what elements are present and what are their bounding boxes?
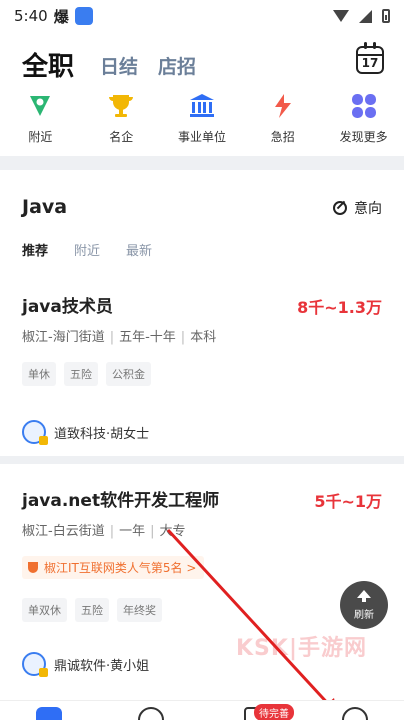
subtab-latest[interactable]: 最新 — [126, 240, 152, 259]
rank-badge[interactable]: 椒江IT互联网类人气第5名 > — [22, 556, 205, 579]
company-name: 道致科技·胡女士 — [54, 426, 150, 442]
job-education: 大专 — [159, 524, 186, 539]
job-tag: 五险 — [75, 598, 109, 622]
quick-label: 发现更多 — [339, 130, 388, 144]
company-logo — [22, 652, 48, 677]
job-tag: 公积金 — [106, 362, 151, 386]
tab-fulltime[interactable]: 全职 — [22, 46, 74, 83]
calendar-icon[interactable]: 17 — [356, 42, 384, 74]
intent-title: Java — [22, 196, 68, 218]
tab-store[interactable]: 店招 — [158, 52, 196, 79]
rank-badge-label: 椒江IT互联网类人气第5名 > — [44, 561, 197, 575]
job-tags: 单双休 五险 年终奖 — [22, 598, 162, 622]
job-tag: 年终奖 — [117, 598, 162, 622]
signal-icon — [359, 9, 372, 23]
status-notification-icon: 爆 — [53, 7, 69, 26]
job-type-tabs: 全职 日结 店招 17 — [0, 32, 404, 90]
nav-search-icon[interactable] — [342, 707, 368, 720]
intent-label: 意向 — [354, 201, 382, 217]
job-tag: 五险 — [64, 362, 98, 386]
quick-label: 急招 — [270, 130, 295, 144]
company-name: 鼎诚软件·黄小姐 — [54, 658, 150, 674]
wifi-icon — [333, 10, 349, 22]
job-tags: 单休 五险 公积金 — [22, 362, 151, 386]
job-experience: 一年 — [119, 524, 146, 539]
job-education: 本科 — [190, 330, 217, 345]
lightning-icon — [274, 94, 291, 118]
status-bar: 5:40 爆 — [0, 0, 404, 32]
company-info: 鼎诚软件·黄小姐 — [22, 652, 150, 677]
bottom-nav — [0, 700, 404, 720]
job-title: java.net软件开发工程师 — [22, 491, 220, 511]
nav-home-icon[interactable] — [36, 707, 62, 720]
watermark: KSK|手游网 — [236, 636, 367, 661]
location-icon — [30, 96, 51, 116]
job-salary: 5千~1万 — [314, 492, 382, 511]
battery-icon — [382, 9, 390, 23]
job-meta: 椒江-白云街道 | 一年 | 大专 — [22, 524, 186, 539]
grid-icon — [351, 94, 376, 118]
status-icons — [333, 9, 390, 23]
pending-badge: 待完善 — [254, 704, 294, 720]
quick-label: 附近 — [28, 130, 53, 144]
subtab-recommend[interactable]: 推荐 — [22, 240, 48, 259]
status-time: 5:40 — [14, 7, 48, 25]
job-location: 椒江-海门街道 — [22, 330, 105, 345]
building-icon — [189, 94, 214, 117]
job-tag: 单休 — [22, 362, 56, 386]
edit-icon — [333, 201, 347, 215]
job-card[interactable]: java技术员 8千~1.3万 椒江-海门街道 | 五年-十年 | 本科 单休 五险 公… — [0, 270, 404, 456]
job-location: 椒江-白云街道 — [22, 524, 105, 539]
quick-item-urgent[interactable]: 急招 — [242, 90, 323, 156]
job-experience: 五年-十年 — [119, 330, 176, 345]
job-card[interactable]: java.net软件开发工程师 5千~1万 椒江-白云街道 | 一年 | 大专 椒江IT… — [0, 464, 404, 700]
trophy-icon — [28, 562, 38, 573]
job-title: java技术员 — [22, 297, 113, 317]
section-divider — [0, 156, 404, 170]
arrow-up-icon — [357, 589, 371, 602]
app-notification-icon — [74, 7, 93, 25]
quick-item-more[interactable]: 发现更多 — [323, 90, 404, 156]
refresh-label: 刷新 — [354, 609, 374, 621]
quick-item-institution[interactable]: 事业单位 — [162, 90, 243, 156]
company-info: 道致科技·胡女士 — [22, 420, 150, 445]
job-meta: 椒江-海门街道 | 五年-十年 | 本科 — [22, 330, 217, 345]
quick-label: 名企 — [109, 130, 134, 144]
job-tag: 单双休 — [22, 598, 67, 622]
job-salary: 8千~1.3万 — [297, 298, 382, 317]
quick-item-famous[interactable]: 名企 — [81, 90, 162, 156]
trophy-icon — [109, 95, 134, 117]
company-logo — [22, 420, 48, 445]
intent-button[interactable]: 意向 — [333, 198, 382, 218]
card-gap — [0, 456, 404, 464]
calendar-day: 17 — [361, 56, 379, 70]
tab-daily[interactable]: 日结 — [100, 52, 138, 79]
quick-item-nearby[interactable]: 附近 — [0, 90, 81, 156]
refresh-button[interactable]: 刷新 — [340, 581, 388, 629]
nav-discover-icon[interactable] — [138, 707, 164, 720]
subtab-nearby[interactable]: 附近 — [74, 240, 100, 259]
quick-entries: 附近 名企 事业单位 急招 发现更多 — [0, 90, 404, 156]
intent-section: Java 意向 推荐 附近 最新 — [0, 170, 404, 270]
quick-label: 事业单位 — [177, 130, 226, 144]
